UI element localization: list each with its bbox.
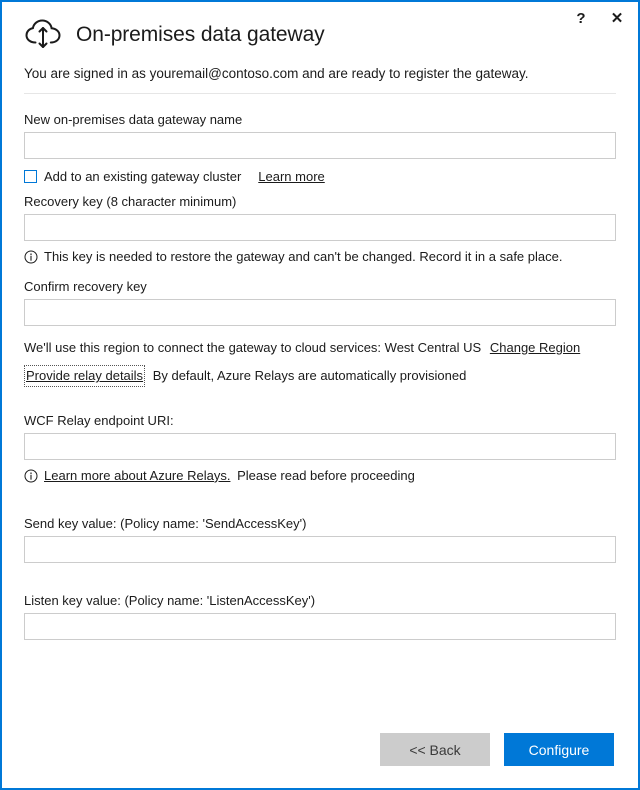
title-row: On-premises data gateway: [24, 18, 616, 52]
confirm-recovery-key-label: Confirm recovery key: [24, 278, 147, 294]
registration-form: New on-premises data gateway name Add to…: [2, 94, 638, 640]
dialog-header: On-premises data gateway You are signed …: [2, 2, 638, 94]
info-circle-icon: [24, 250, 38, 267]
cloud-upload-download-icon: [24, 18, 64, 52]
help-icon[interactable]: ?: [570, 8, 592, 28]
cluster-checkbox-label: Add to an existing gateway cluster: [44, 168, 242, 184]
recovery-key-label: Recovery key (8 character minimum): [24, 193, 237, 209]
recovery-key-info-row: This key is needed to restore the gatewa…: [24, 249, 616, 267]
info-circle-icon: [24, 469, 38, 486]
gateway-name-input[interactable]: [24, 131, 616, 159]
window-controls: ? ✕: [570, 8, 628, 28]
listen-key-label: Listen key value: (Policy name: 'ListenA…: [24, 592, 316, 608]
cluster-learn-more-link[interactable]: Learn more: [258, 169, 324, 184]
wcf-relay-info-row: Learn more about Azure Relays. Please re…: [24, 468, 616, 486]
relay-details-row: Provide relay details By default, Azure …: [24, 365, 616, 387]
region-row: We'll use this region to connect the gat…: [24, 338, 616, 358]
signin-status-text: You are signed in as youremail@contoso.c…: [24, 66, 529, 81]
recovery-key-info-text: This key is needed to restore the gatewa…: [44, 248, 563, 264]
page-title: On-premises data gateway: [76, 23, 325, 46]
configure-button[interactable]: Configure: [504, 733, 614, 766]
gateway-name-label: New on-premises data gateway name: [24, 111, 243, 127]
send-key-label: Send key value: (Policy name: 'SendAcces…: [24, 515, 307, 531]
confirm-recovery-key-input[interactable]: [24, 298, 616, 326]
back-button[interactable]: << Back: [380, 733, 490, 766]
provide-relay-details-link[interactable]: Provide relay details: [24, 365, 146, 387]
close-icon[interactable]: ✕: [606, 8, 628, 28]
cluster-checkbox[interactable]: [24, 169, 37, 183]
recovery-key-input[interactable]: [24, 213, 616, 241]
wcf-relay-uri-label: WCF Relay endpoint URI:: [24, 412, 174, 428]
wcf-relay-uri-input[interactable]: [24, 432, 616, 460]
relay-details-description: By default, Azure Relays are automatical…: [152, 368, 467, 384]
region-text: We'll use this region to connect the gat…: [24, 339, 482, 355]
dialog-footer: << Back Configure: [2, 733, 638, 766]
wcf-relay-info-text: Please read before proceeding: [237, 467, 415, 483]
cluster-checkbox-row: Add to an existing gateway cluster Learn…: [24, 169, 616, 184]
gateway-registration-window: ? ✕ On-premises data gateway You are sig…: [0, 0, 640, 790]
listen-key-input[interactable]: [24, 612, 616, 640]
azure-relays-learn-more-link[interactable]: Learn more about Azure Relays.: [44, 468, 230, 483]
send-key-input[interactable]: [24, 535, 616, 563]
change-region-link[interactable]: Change Region: [490, 340, 580, 355]
